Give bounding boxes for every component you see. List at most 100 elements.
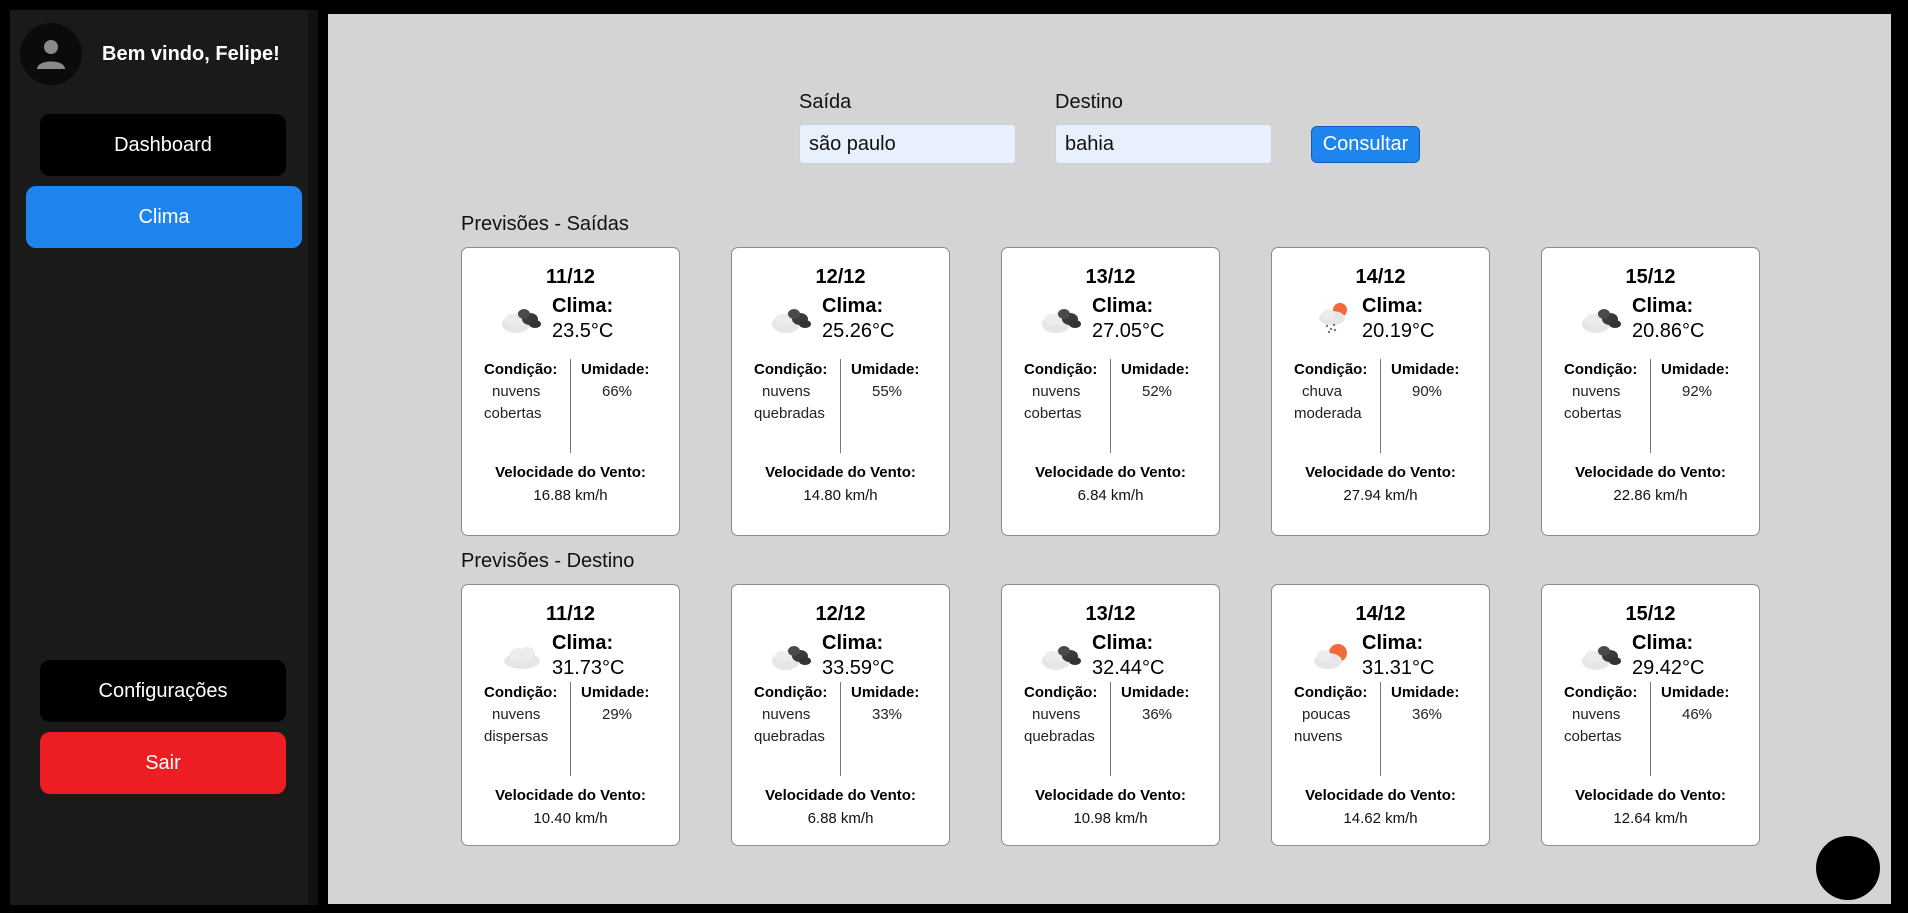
forecast-date: 13/12 bbox=[1085, 266, 1136, 288]
umidade-label: Umidade: bbox=[1391, 684, 1460, 701]
broken-clouds-icon bbox=[1580, 639, 1624, 673]
forecast-date: 15/12 bbox=[1625, 603, 1676, 625]
broken-clouds-icon bbox=[770, 302, 814, 336]
destino-label: Destino bbox=[1055, 91, 1123, 113]
clima-label: Clima: bbox=[552, 295, 614, 317]
umidade-label: Umidade: bbox=[851, 684, 920, 701]
vento-label: Velocidade do Vento: bbox=[1035, 787, 1186, 804]
welcome-text: Bem vindo, Felipe! bbox=[102, 42, 280, 65]
condition-line1: nuvens bbox=[1032, 383, 1081, 400]
vento-label: Velocidade do Vento: bbox=[1305, 787, 1456, 804]
clima-label: Clima: bbox=[822, 632, 884, 654]
wind-speed: 16.88 km/h bbox=[533, 487, 608, 504]
clima-label: Clima: bbox=[1362, 295, 1424, 317]
temperature: 33.59°C bbox=[822, 657, 895, 679]
condition-line1: nuvens bbox=[762, 706, 811, 723]
destino-input[interactable] bbox=[1055, 124, 1272, 164]
consultar-button[interactable]: Consultar bbox=[1311, 126, 1420, 163]
forecast-card: 12/12 Clima: 33.59°C Condição: nuvens quebrad… bbox=[731, 584, 950, 846]
forecast-date: 12/12 bbox=[815, 603, 866, 625]
logout-button[interactable]: Sair bbox=[40, 732, 286, 794]
umidade-label: Umidade: bbox=[1661, 361, 1730, 378]
forecast-card: 14/12 Clima: 20.19°C Condição: chuva moderada… bbox=[1271, 247, 1490, 536]
user-profile: Bem vindo, Felipe! bbox=[20, 23, 280, 85]
condition-line2: nuvens bbox=[1294, 728, 1343, 745]
nav-configuracoes-button[interactable]: Configurações bbox=[40, 660, 286, 722]
forecast-card: 13/12 Clima: 32.44°C Condição: nuvens quebrad… bbox=[1001, 584, 1220, 846]
wind-speed: 22.86 km/h bbox=[1613, 487, 1688, 504]
condition-line2: cobertas bbox=[1024, 405, 1082, 422]
broken-clouds-icon bbox=[1040, 302, 1084, 336]
temperature: 27.05°C bbox=[1092, 320, 1165, 342]
condicao-label: Condição: bbox=[1294, 361, 1368, 378]
humidity-value: 66% bbox=[602, 383, 633, 400]
scattered-clouds-icon bbox=[500, 639, 544, 673]
condition-line2: quebradas bbox=[754, 728, 825, 745]
humidity-value: 92% bbox=[1682, 383, 1713, 400]
forecast-card: 13/12 Clima: 27.05°C Condição: nuvens coberta… bbox=[1001, 247, 1220, 536]
condition-line1: nuvens bbox=[1572, 383, 1621, 400]
condition-line1: nuvens bbox=[492, 383, 541, 400]
wind-speed: 6.84 km/h bbox=[1077, 487, 1144, 504]
umidade-label: Umidade: bbox=[851, 361, 920, 378]
forecast-date: 11/12 bbox=[546, 603, 595, 625]
forecast-card: 11/12 Clima: 31.73°C Condição: nuvens dispers… bbox=[461, 584, 680, 846]
humidity-value: 55% bbox=[872, 383, 903, 400]
forecast-date: 14/12 bbox=[1355, 266, 1406, 288]
condition-line2: cobertas bbox=[1564, 728, 1622, 745]
rain-sun-icon bbox=[1310, 302, 1354, 336]
forecast-card: 11/12 Clima: 23.5°C Condição: nuvens cobertas… bbox=[461, 247, 680, 536]
temperature: 20.19°C bbox=[1362, 320, 1435, 342]
forecast-row-saidas: 11/12 Clima: 23.5°C Condição: nuvens cobertas… bbox=[461, 247, 1760, 536]
forecast-date: 14/12 bbox=[1355, 603, 1406, 625]
umidade-label: Umidade: bbox=[581, 684, 650, 701]
condition-line2: dispersas bbox=[484, 728, 549, 745]
condition-line2: moderada bbox=[1294, 405, 1362, 422]
temperature: 25.26°C bbox=[822, 320, 895, 342]
temperature: 31.73°C bbox=[552, 657, 625, 679]
condicao-label: Condição: bbox=[1294, 684, 1368, 701]
umidade-label: Umidade: bbox=[1121, 361, 1190, 378]
humidity-value: 36% bbox=[1412, 706, 1443, 723]
vento-label: Velocidade do Vento: bbox=[1575, 787, 1726, 804]
forecast-date: 15/12 bbox=[1625, 266, 1676, 288]
condition-line1: chuva bbox=[1302, 383, 1343, 400]
nav-dashboard-button[interactable]: Dashboard bbox=[40, 114, 286, 176]
clima-label: Clima: bbox=[1092, 632, 1154, 654]
user-icon bbox=[37, 40, 65, 69]
clima-label: Clima: bbox=[1092, 295, 1154, 317]
vento-label: Velocidade do Vento: bbox=[495, 787, 646, 804]
few-clouds-sun-icon bbox=[1310, 639, 1354, 673]
condition-line2: quebradas bbox=[754, 405, 825, 422]
wind-speed: 14.80 km/h bbox=[803, 487, 878, 504]
vento-label: Velocidade do Vento: bbox=[765, 464, 916, 481]
clima-label: Clima: bbox=[1632, 295, 1694, 317]
broken-clouds-icon bbox=[1580, 302, 1624, 336]
forecast-card: 15/12 Clima: 20.86°C Condição: nuvens coberta… bbox=[1541, 247, 1760, 536]
saida-input[interactable] bbox=[799, 124, 1016, 164]
condition-line2: cobertas bbox=[484, 405, 542, 422]
humidity-value: 52% bbox=[1142, 383, 1173, 400]
condition-line1: nuvens bbox=[492, 706, 541, 723]
broken-clouds-icon bbox=[500, 302, 544, 336]
condition-line1: poucas bbox=[1302, 706, 1351, 723]
chat-button[interactable] bbox=[1816, 836, 1880, 900]
forecast-card: 12/12 Clima: 25.26°C Condição: nuvens quebrad… bbox=[731, 247, 950, 536]
condition-line1: nuvens bbox=[1032, 706, 1081, 723]
forecast-date: 13/12 bbox=[1085, 603, 1136, 625]
clima-label: Clima: bbox=[1362, 632, 1424, 654]
sidebar: Bem vindo, Felipe! Dashboard Clima Confi… bbox=[10, 10, 318, 905]
forecast-card: 14/12 Clima: 31.31°C Condição: poucas nuvens U… bbox=[1271, 584, 1490, 846]
umidade-label: Umidade: bbox=[581, 361, 650, 378]
wind-speed: 6.88 km/h bbox=[807, 810, 874, 827]
temperature: 23.5°C bbox=[552, 320, 614, 342]
condicao-label: Condição: bbox=[484, 361, 558, 378]
condition-line1: nuvens bbox=[1572, 706, 1621, 723]
vento-label: Velocidade do Vento: bbox=[1575, 464, 1726, 481]
avatar[interactable] bbox=[20, 23, 82, 85]
nav-clima-button[interactable]: Clima bbox=[26, 186, 302, 248]
clima-label: Clima: bbox=[1632, 632, 1694, 654]
condicao-label: Condição: bbox=[754, 361, 828, 378]
condicao-label: Condição: bbox=[1564, 684, 1638, 701]
temperature: 32.44°C bbox=[1092, 657, 1165, 679]
